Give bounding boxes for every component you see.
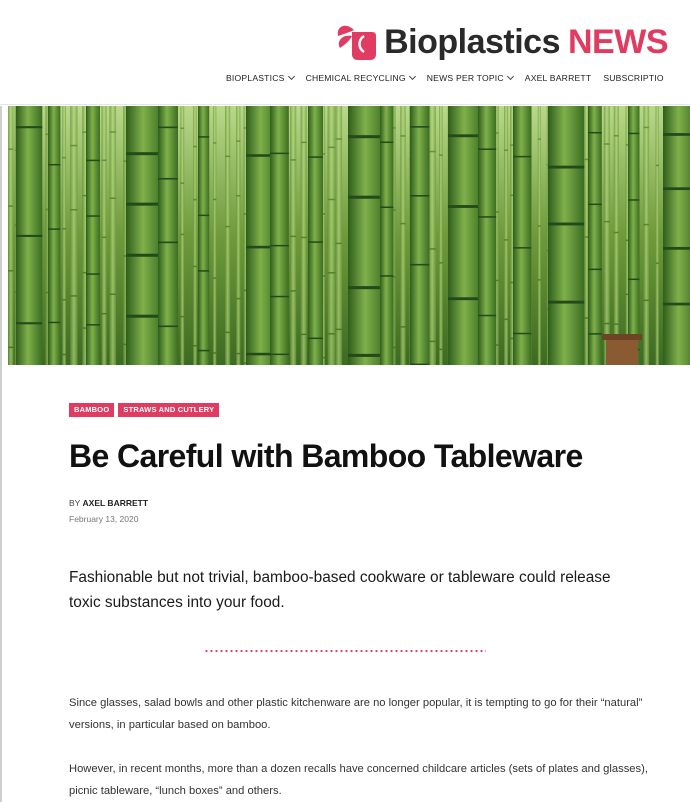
chevron-down-icon (287, 72, 295, 81)
site-header: Bioplastics NEWS BIOPLASTICS CHEMICAL REC… (0, 0, 690, 106)
logo-main-text: Bioplastics (384, 23, 560, 61)
header-divider (0, 104, 690, 105)
article-paragraph: Since glasses, salad bowls and other pla… (69, 697, 643, 731)
nav-label: NEWS PER TOPIC (426, 73, 504, 83)
site-logo[interactable]: Bioplastics NEWS (334, 22, 669, 62)
article-tags: BAMBOO STRAWS AND CUTLERY (69, 403, 223, 417)
chevron-down-icon (506, 72, 514, 81)
logo-wordmark: Bioplastics NEWS (384, 22, 668, 62)
main-nav: BIOPLASTICS CHEMICAL RECYCLING NEWS PER … (226, 72, 676, 83)
hero-image (8, 106, 690, 365)
nav-item-subscription[interactable]: SUBSCRIPTIO (603, 73, 663, 83)
nav-item-news-per-topic[interactable]: NEWS PER TOPIC (426, 72, 514, 83)
nav-label: AXEL BARRETT (524, 73, 592, 83)
tag-bamboo[interactable]: BAMBOO (69, 403, 115, 417)
dotted-divider (204, 650, 486, 652)
article-paragraph: However, in recent months, more than a d… (69, 763, 648, 797)
article-title: Be Careful with Bamboo Tableware (69, 438, 583, 474)
nav-label: SUBSCRIPTIO (603, 73, 664, 83)
article-date: February 13, 2020 (69, 514, 139, 524)
nav-item-chemical-recycling[interactable]: CHEMICAL RECYCLING (305, 72, 416, 83)
article-byline: BY AXEL BARRETT (69, 498, 148, 508)
leaf-bottle-icon (334, 22, 378, 62)
nav-item-bioplastics[interactable]: BIOPLASTICS (226, 72, 295, 83)
bamboo-forest-image (8, 106, 690, 365)
article-lede: Fashionable but not trivial, bamboo-base… (69, 569, 611, 611)
author-link[interactable]: AXEL BARRETT (83, 498, 149, 508)
byline-prefix: BY (69, 498, 83, 508)
tag-straws-and-cutlery[interactable]: STRAWS AND CUTLERY (118, 403, 220, 417)
nav-item-axel-barrett[interactable]: AXEL BARRETT (525, 73, 592, 83)
chevron-down-icon (408, 72, 416, 81)
nav-label: CHEMICAL RECYCLING (305, 73, 406, 83)
nav-label: BIOPLASTICS (226, 73, 285, 83)
logo-accent-text: NEWS (568, 23, 669, 61)
